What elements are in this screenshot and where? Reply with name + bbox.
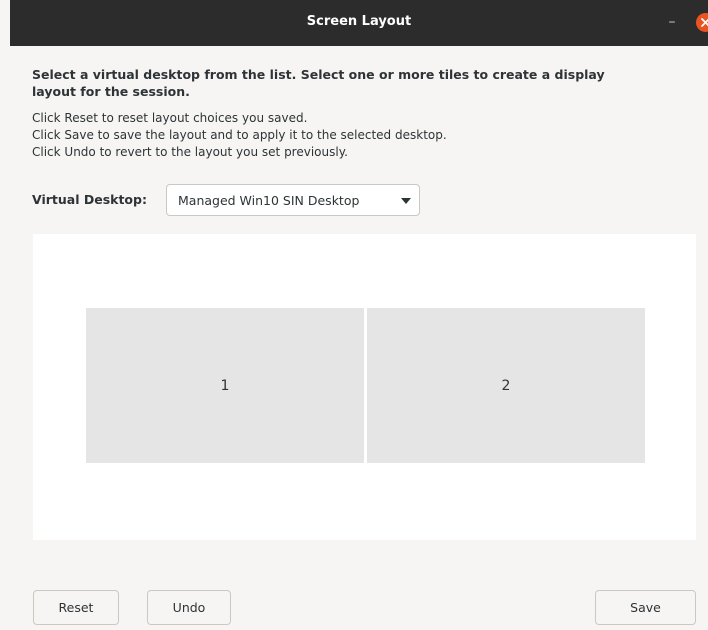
display-tile-1[interactable]: 1 (86, 308, 364, 463)
save-button[interactable]: Save (595, 590, 696, 625)
reset-button[interactable]: Reset (33, 590, 119, 625)
undo-button[interactable]: Undo (147, 590, 231, 625)
virtual-desktop-selected-value: Managed Win10 SIN Desktop (178, 193, 360, 208)
virtual-desktop-dropdown[interactable]: Managed Win10 SIN Desktop (166, 184, 420, 216)
tile-label: 1 (220, 378, 230, 394)
virtual-desktop-label: Virtual Desktop: (32, 192, 147, 207)
instruction-save: Click Save to save the layout and to app… (32, 128, 447, 142)
screen-layout-window: Screen Layout – Select a virtual desktop… (0, 0, 708, 630)
chevron-down-icon (401, 198, 411, 204)
instruction-heading: Select a virtual desktop from the list. … (32, 67, 605, 99)
window-title: Screen Layout (306, 14, 412, 29)
instruction-undo: Click Undo to revert to the layout you s… (32, 145, 348, 159)
close-icon[interactable] (696, 13, 708, 32)
instruction-reset: Click Reset to reset layout choices you … (32, 111, 308, 125)
minimize-icon[interactable]: – (664, 13, 680, 31)
display-tile-2[interactable]: 2 (367, 308, 645, 463)
title-bar: Screen Layout – (10, 0, 708, 46)
layout-area: 1 2 (33, 234, 696, 540)
tile-label: 2 (501, 378, 511, 394)
